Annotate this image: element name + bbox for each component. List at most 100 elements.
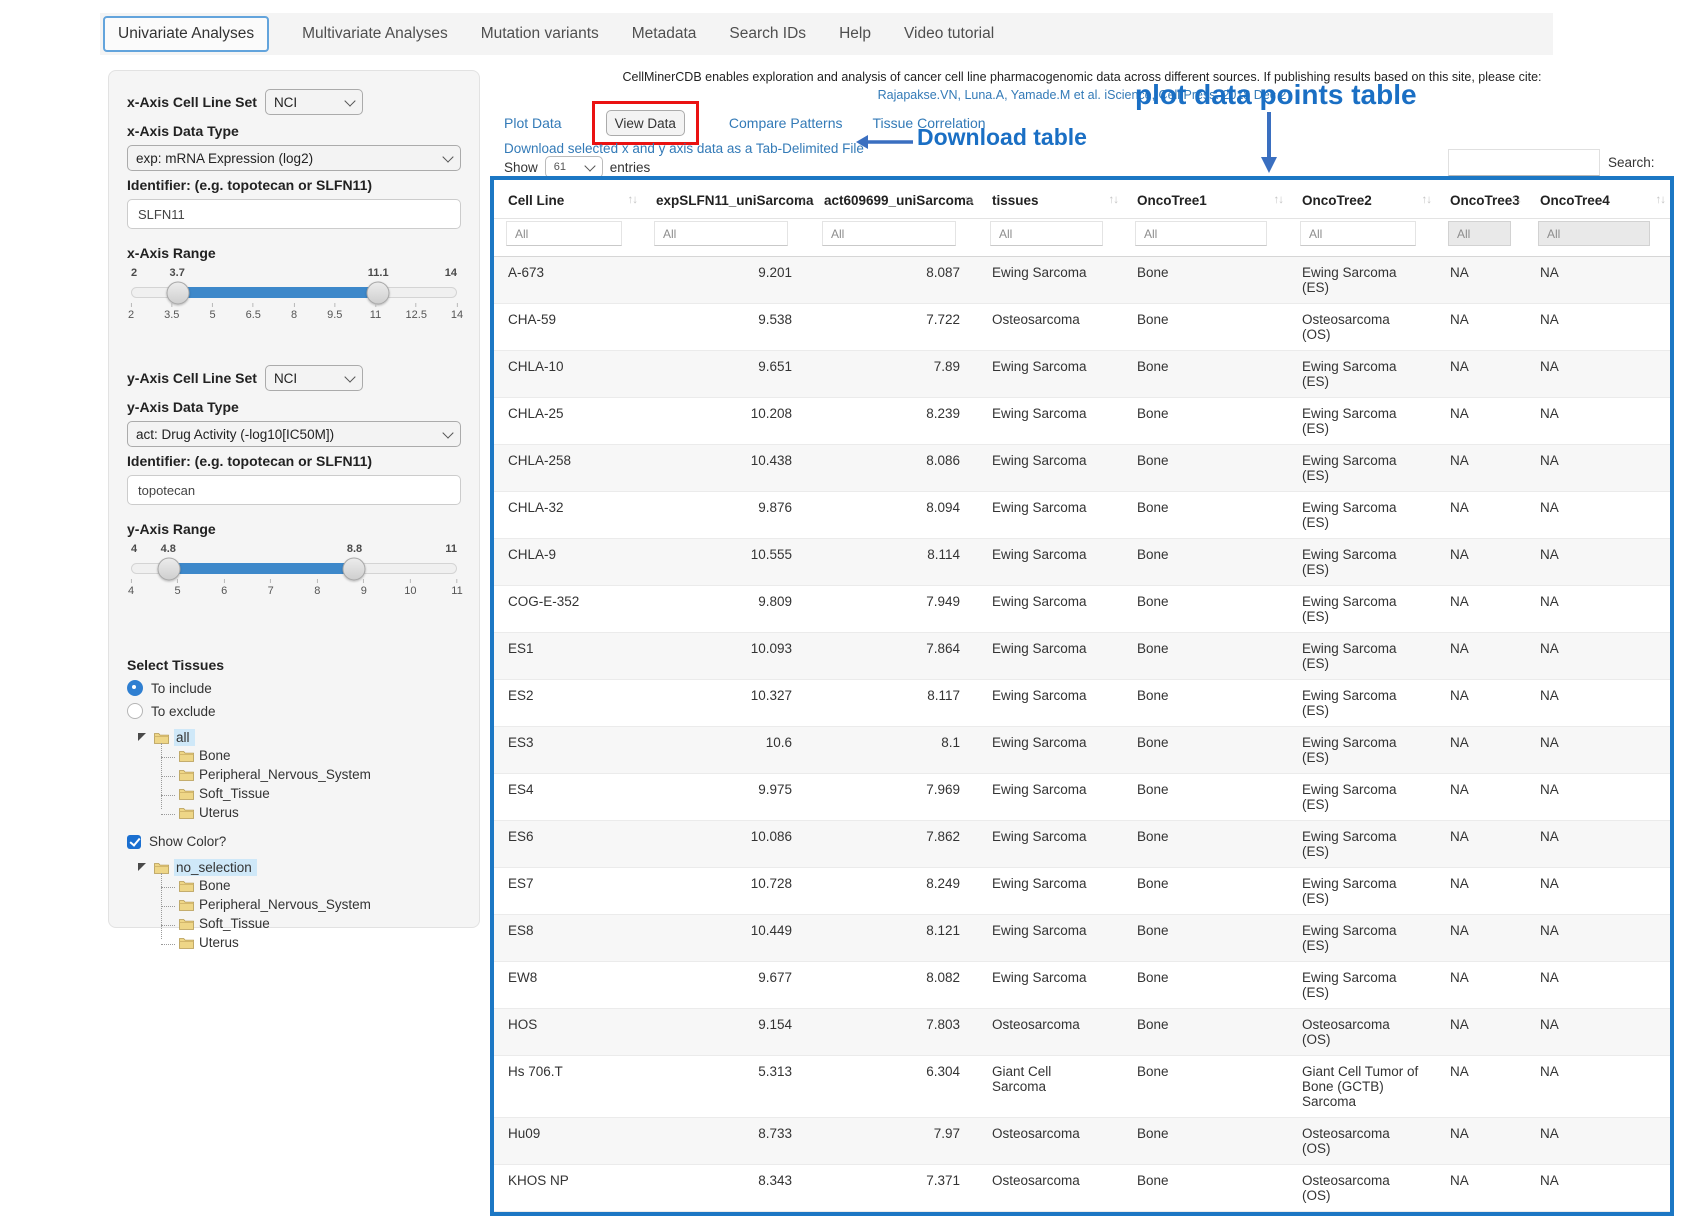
radio-icon (127, 680, 143, 696)
cell: Osteosarcoma (OS) (1288, 1009, 1436, 1056)
x-cell-line-set-value: NCI (274, 95, 297, 110)
chevron-down-icon (584, 160, 595, 171)
nav-tab-mutation-variants[interactable]: Mutation variants (481, 25, 599, 43)
column-header-tissues[interactable]: tissues↑↓ (978, 180, 1123, 219)
filter-input-cell-line[interactable] (506, 221, 622, 246)
annotation-plot-table-label: plot data points table (1135, 79, 1417, 111)
cell: Bone (1123, 774, 1288, 821)
radio-label: To include (151, 681, 212, 696)
column-header-act609699-unisarcoma[interactable]: act609699_uniSarcoma↑↓ (810, 180, 978, 219)
citation-link[interactable]: Rajapakse.VN, Luna.A, Yamade.M et al. iS… (490, 88, 1674, 102)
cell: Ewing Sarcoma (978, 351, 1123, 398)
nav-tab-multivariate-analyses[interactable]: Multivariate Analyses (302, 25, 448, 43)
table-row: ES810.4498.121Ewing SarcomaBoneEwing Sar… (494, 915, 1670, 962)
cell: Ewing Sarcoma (ES) (1288, 492, 1436, 539)
chevron-down-icon (344, 95, 355, 106)
column-header-oncotree1[interactable]: OncoTree1↑↓ (1123, 180, 1288, 219)
x-cell-line-set-select[interactable]: NCI (265, 89, 363, 115)
slider-tick: 9.5 (327, 303, 342, 321)
tab-view-data[interactable]: View Data (606, 110, 685, 136)
tree-node-uterus[interactable]: Uterus (161, 933, 461, 952)
tree-node-bone[interactable]: Bone (161, 876, 461, 895)
cell: Ewing Sarcoma (ES) (1288, 539, 1436, 586)
show-color-checkbox[interactable]: Show Color? (127, 834, 461, 849)
cell: ES3 (494, 727, 642, 774)
nav-tab-video-tutorial[interactable]: Video tutorial (904, 25, 994, 43)
table-row: CHLA-2510.2088.239Ewing SarcomaBoneEwing… (494, 398, 1670, 445)
control-panel: x-Axis Cell Line Set NCI x-Axis Data Typ… (108, 70, 480, 928)
show-color-label: Show Color? (149, 834, 226, 849)
slider-tick: 6.5 (246, 303, 261, 321)
column-header-oncotree2[interactable]: OncoTree2↑↓ (1288, 180, 1436, 219)
slider-handle-to[interactable] (343, 557, 366, 580)
slider-tick: 7 (268, 579, 274, 597)
cell: Ewing Sarcoma (978, 492, 1123, 539)
download-link[interactable]: Download selected x and y axis data as a… (504, 141, 864, 156)
filter-input-tissues[interactable] (990, 221, 1103, 246)
cell: ES8 (494, 915, 642, 962)
filter-input-oncotree1[interactable] (1135, 221, 1267, 246)
cell: 8.343 (642, 1165, 810, 1212)
column-header-expslfn11-unisarcoma[interactable]: expSLFN11_uniSarcoma↑↓ (642, 180, 810, 219)
table-row: CHLA-910.5558.114Ewing SarcomaBoneEwing … (494, 539, 1670, 586)
tree-node-peripheral-nervous-system[interactable]: Peripheral_Nervous_System (161, 895, 461, 914)
cell: NA (1526, 1165, 1670, 1212)
cell: 9.201 (642, 257, 810, 304)
tissue-filter-radios: To include To exclude (127, 680, 461, 719)
filter-input-expslfn11-unisarcoma[interactable] (654, 221, 788, 246)
slider-handle-from[interactable] (158, 557, 181, 580)
tree-node-soft-tissue[interactable]: Soft_Tissue (161, 914, 461, 933)
expand-arrow-icon[interactable] (138, 863, 146, 871)
nav-tab-metadata[interactable]: Metadata (632, 25, 697, 43)
cell: 10.438 (642, 445, 810, 492)
nav-tab-search-ids[interactable]: Search IDs (729, 25, 806, 43)
radio-option-to-include[interactable]: To include (127, 680, 461, 696)
expand-arrow-icon[interactable] (138, 733, 146, 741)
cell: 8.249 (810, 868, 978, 915)
y-data-type-select[interactable]: act: Drug Activity (-log10[IC50M]) (127, 421, 461, 447)
tree-root-no-selection[interactable]: no_selection (137, 859, 461, 876)
column-header-cell-line[interactable]: Cell Line↑↓ (494, 180, 642, 219)
column-header-oncotree3[interactable]: OncoTree3↑↓ (1436, 180, 1526, 219)
nav-tab-univariate-analyses[interactable]: Univariate Analyses (103, 16, 269, 52)
radio-option-to-exclude[interactable]: To exclude (127, 703, 461, 719)
cell: 9.154 (642, 1009, 810, 1056)
tree-node-uterus[interactable]: Uterus (161, 803, 461, 822)
tab-compare-patterns[interactable]: Compare Patterns (729, 115, 843, 131)
tree-root-all[interactable]: all (137, 729, 461, 746)
cell: ES6 (494, 821, 642, 868)
nav-tab-help[interactable]: Help (839, 25, 871, 43)
tree-node-soft-tissue[interactable]: Soft_Tissue (161, 784, 461, 803)
x-data-type-select[interactable]: exp: mRNA Expression (log2) (127, 145, 461, 171)
cell: 5.313 (642, 1056, 810, 1118)
y-cell-line-set-select[interactable]: NCI (265, 365, 363, 391)
tree-node-peripheral-nervous-system[interactable]: Peripheral_Nervous_System (161, 765, 461, 784)
filter-input-act609699-unisarcoma[interactable] (822, 221, 956, 246)
tree-node-bone[interactable]: Bone (161, 746, 461, 765)
search-input[interactable] (1448, 149, 1600, 176)
entries-select[interactable]: 61 (545, 156, 603, 178)
cell: Ewing Sarcoma (978, 868, 1123, 915)
filter-input-oncotree2[interactable] (1300, 221, 1416, 246)
x-range-label: x-Axis Range (127, 245, 461, 261)
x-identifier-input[interactable] (127, 199, 461, 229)
column-header-oncotree4[interactable]: OncoTree4↑↓ (1526, 180, 1670, 219)
slider-handle-from[interactable] (166, 281, 189, 304)
cell: NA (1526, 492, 1670, 539)
cell: ES2 (494, 680, 642, 727)
slider-tick: 9 (361, 579, 367, 597)
y-identifier-input[interactable] (127, 475, 461, 505)
sort-icon: ↑↓ (796, 194, 806, 206)
tab-plot-data[interactable]: Plot Data (504, 115, 562, 131)
sort-icon: ↑↓ (1656, 194, 1666, 206)
x-cell-line-set-label: x-Axis Cell Line Set (127, 94, 257, 110)
slider-handle-to[interactable] (366, 281, 389, 304)
entries-label: entries (610, 160, 651, 175)
cell: Ewing Sarcoma (978, 257, 1123, 304)
cell: 9.651 (642, 351, 810, 398)
table-row: CHLA-109.6517.89Ewing SarcomaBoneEwing S… (494, 351, 1670, 398)
y-cell-line-set-label: y-Axis Cell Line Set (127, 370, 257, 386)
cell: Bone (1123, 398, 1288, 445)
cell: Ewing Sarcoma (ES) (1288, 962, 1436, 1009)
cell: 10.086 (642, 821, 810, 868)
